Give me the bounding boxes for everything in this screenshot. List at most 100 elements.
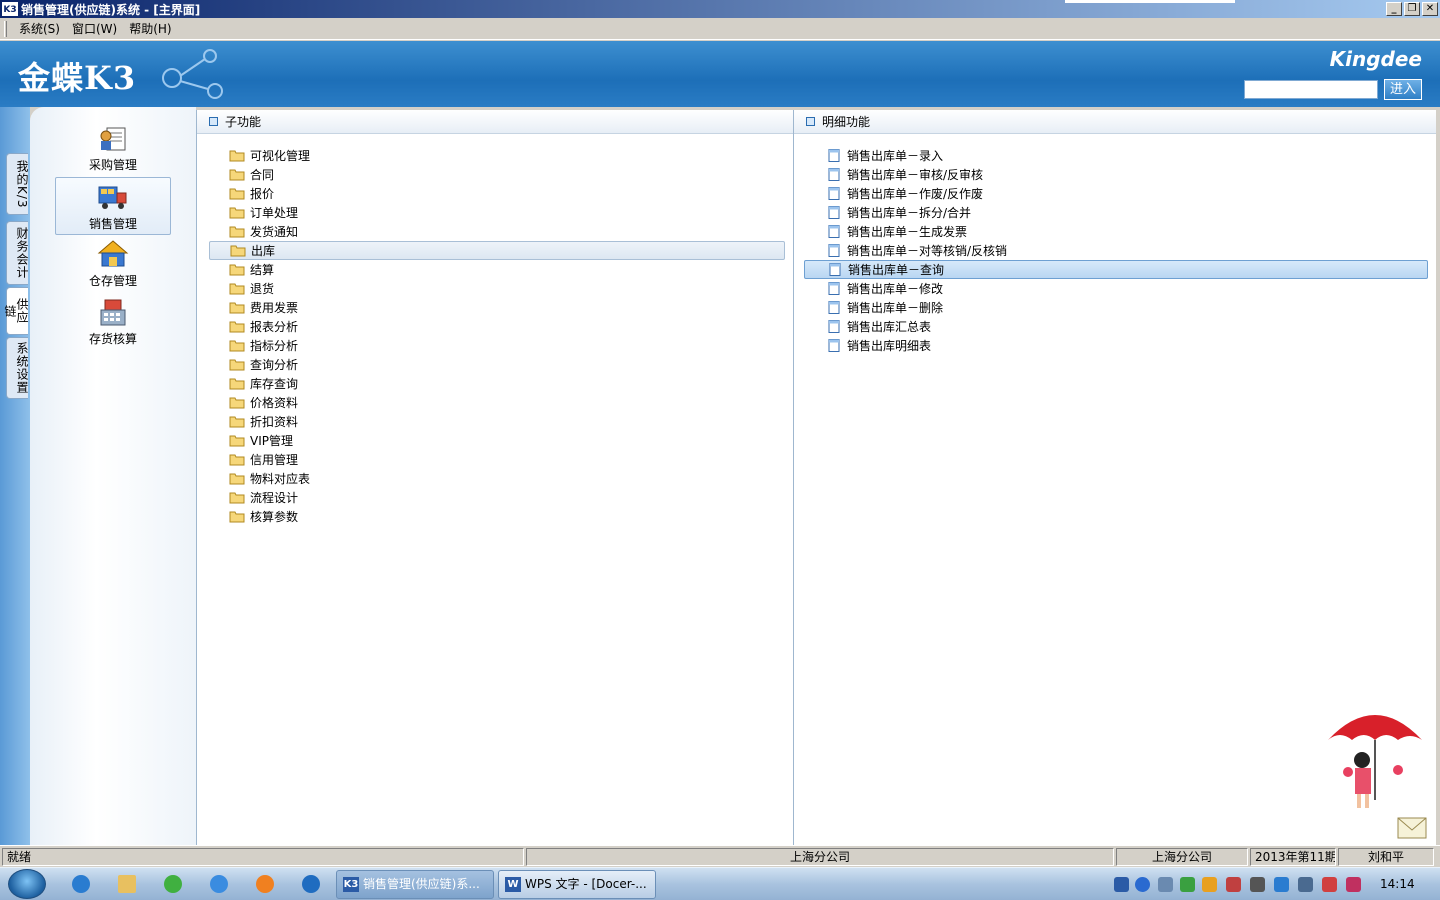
ie-alt-icon[interactable]	[302, 875, 320, 893]
folder-icon	[229, 359, 245, 371]
header-banner: 金蝶K3 Kingdee 进入	[0, 41, 1440, 107]
tray-shield-icon[interactable]	[1180, 877, 1195, 892]
explorer-folder-icon[interactable]	[118, 875, 136, 893]
minimize-button[interactable]: _	[1386, 2, 1402, 16]
sub-function-panel: 子功能 可视化管理 合同 报价 订单处理 发货通知 出库 结算 退货 费用发票 报表分析 指标分析查…	[196, 110, 793, 845]
sub-function-item-label: 合同	[250, 168, 275, 182]
tray-printer-icon[interactable]	[1250, 877, 1265, 892]
sub-function-item-label: 退货	[250, 282, 275, 296]
detail-function-item-label: 销售出库单－删除	[847, 301, 944, 315]
detail-function-list: 销售出库单－录入销售出库单－审核/反审核 销售出库单－作废/反作废销售出库单－拆分…	[794, 146, 1436, 355]
sub-function-item[interactable]: 核算参数	[209, 507, 785, 526]
sub-function-item[interactable]: 可视化管理	[209, 146, 785, 165]
task-wps-writer[interactable]: W WPS 文字 - [Docer-...	[498, 870, 656, 899]
tab-system-settings[interactable]: 系统设置	[6, 337, 29, 399]
nav-inventory-accounting[interactable]: 存货核算	[55, 293, 171, 351]
sub-function-item[interactable]: 指标分析	[209, 336, 785, 355]
menu-system[interactable]: 系统(S)	[13, 20, 66, 37]
sub-function-item[interactable]: 信用管理	[209, 450, 785, 469]
tray-qq-icon[interactable]	[1202, 877, 1217, 892]
enter-button[interactable]: 进入	[1384, 79, 1422, 100]
tray-app-icon[interactable]	[1346, 877, 1361, 892]
tray-help-icon[interactable]	[1135, 877, 1150, 892]
document-icon	[828, 149, 840, 162]
folder-icon	[229, 378, 245, 390]
tab-finance[interactable]: 财务会计	[6, 221, 29, 285]
status-ready: 就绪	[2, 848, 524, 866]
folder-icon	[229, 340, 245, 352]
detail-function-item[interactable]: 销售出库单－审核/反审核	[804, 165, 1428, 184]
sub-function-item[interactable]: 物料对应表	[209, 469, 785, 488]
panel-square-icon	[209, 117, 218, 126]
detail-function-item[interactable]: 销售出库汇总表	[804, 317, 1428, 336]
detail-function-item-label: 销售出库单－审核/反审核	[847, 168, 984, 182]
sub-function-item[interactable]: 发货通知	[209, 222, 785, 241]
detail-function-item[interactable]: 销售出库单－对等核销/反核销	[804, 241, 1428, 260]
tab-supply-chain[interactable]: 供应链	[3, 287, 29, 335]
sub-function-item[interactable]: 退货	[209, 279, 785, 298]
task-k3-label: 销售管理(供应链)系...	[363, 877, 480, 891]
nav-purchase[interactable]: 采购管理	[55, 119, 171, 177]
nav-sales[interactable]: 销售管理	[55, 177, 171, 235]
folder-icon	[229, 416, 245, 428]
close-button[interactable]: ✕	[1422, 2, 1438, 16]
sub-function-item[interactable]: VIP管理	[209, 431, 785, 450]
sub-function-item[interactable]: 报表分析	[209, 317, 785, 336]
sub-function-item[interactable]: 出库	[209, 241, 785, 260]
tray-update-icon[interactable]	[1274, 877, 1289, 892]
sub-function-item-label: 信用管理	[250, 453, 299, 467]
ie-icon[interactable]	[72, 875, 90, 893]
tray-network-icon[interactable]	[1298, 877, 1313, 892]
sub-function-item[interactable]: 流程设计	[209, 488, 785, 507]
sub-function-item[interactable]: 合同	[209, 165, 785, 184]
nav-warehouse[interactable]: 仓存管理	[55, 235, 171, 293]
sub-function-item-label: 流程设计	[250, 491, 299, 505]
tray-security-icon[interactable]	[1226, 877, 1241, 892]
firefox-icon[interactable]	[256, 875, 274, 893]
sub-function-item[interactable]: 价格资料	[209, 393, 785, 412]
sub-function-item[interactable]: 费用发票	[209, 298, 785, 317]
module-nav-panel: 采购管理 销售管理 仓存管理 存货核算	[30, 107, 196, 845]
qq-browser-icon[interactable]	[210, 875, 228, 893]
menu-help[interactable]: 帮助(H)	[123, 20, 177, 37]
quick-search-input[interactable]	[1244, 80, 1378, 99]
detail-function-header: 明细功能	[794, 110, 1436, 134]
desktop-mascot-umbrella-girl	[1328, 715, 1427, 839]
detail-function-item[interactable]: 销售出库单－录入	[804, 146, 1428, 165]
detail-function-item[interactable]: 销售出库单－生成发票	[804, 222, 1428, 241]
sub-function-item-label: 物料对应表	[250, 472, 311, 486]
folder-icon	[229, 397, 245, 409]
folder-icon	[229, 435, 245, 447]
detail-function-item[interactable]: 销售出库单－修改	[804, 279, 1428, 298]
detail-function-item[interactable]: 销售出库单－作废/反作废	[804, 184, 1428, 203]
sub-function-item[interactable]: 报价	[209, 184, 785, 203]
restore-button[interactable]: ❐	[1404, 2, 1420, 16]
sub-function-item[interactable]: 库存查询	[209, 374, 785, 393]
folder-icon	[229, 283, 245, 295]
sub-function-item[interactable]: 查询分析	[209, 355, 785, 374]
menu-window[interactable]: 窗口(W)	[66, 20, 123, 37]
detail-function-item[interactable]: 销售出库明细表	[804, 336, 1428, 355]
start-button-icon[interactable]	[8, 869, 46, 899]
menu-grip	[4, 20, 7, 37]
status-user: 刘和平	[1338, 848, 1434, 866]
kingdee-brand: Kingdee	[1329, 47, 1422, 71]
detail-function-item[interactable]: 销售出库单－查询	[804, 260, 1428, 279]
kingdee-k3-logo: 金蝶K3	[18, 59, 137, 97]
task-k3-sales[interactable]: K3 销售管理(供应链)系...	[336, 870, 494, 899]
sub-function-item[interactable]: 结算	[209, 260, 785, 279]
tray-volume-muted-icon[interactable]	[1322, 877, 1337, 892]
sub-function-item[interactable]: 折扣资料	[209, 412, 785, 431]
sub-function-item-label: 发货通知	[250, 225, 299, 239]
tray-input-icon[interactable]	[1114, 877, 1129, 892]
browser-360-icon[interactable]	[164, 875, 182, 893]
folder-icon	[229, 302, 245, 314]
detail-function-item[interactable]: 销售出库单－拆分/合并	[804, 203, 1428, 222]
status-bar: 就绪 上海分公司 上海分公司 2013年第11期 刘和平	[0, 845, 1440, 867]
detail-function-item[interactable]: 销售出库单－删除	[804, 298, 1428, 317]
folder-icon	[229, 150, 245, 162]
sub-function-item[interactable]: 订单处理	[209, 203, 785, 222]
tray-arrow-icon[interactable]	[1158, 877, 1173, 892]
tab-my-k3[interactable]: 我的K/3	[6, 153, 29, 215]
detail-function-item-label: 销售出库单－作废/反作废	[847, 187, 984, 201]
